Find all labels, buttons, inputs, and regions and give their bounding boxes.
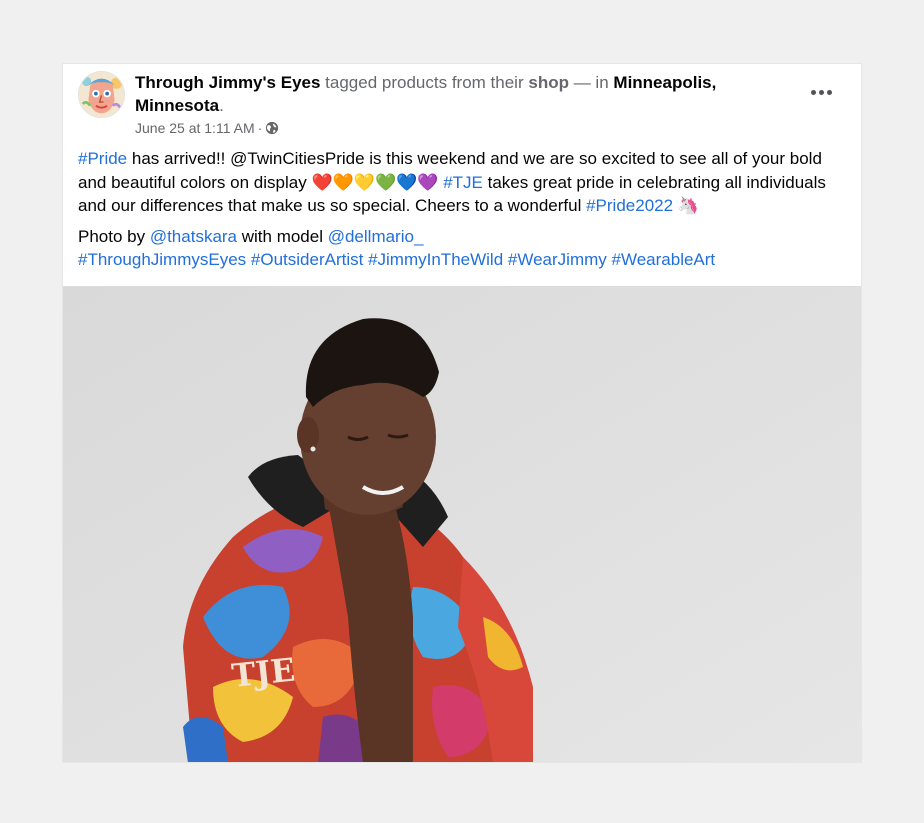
post-card: Through Jimmy's Eyes tagged products fro…: [63, 64, 861, 762]
hashtag-link[interactable]: #JimmyInTheWild: [368, 250, 503, 269]
header-period: .: [219, 96, 224, 115]
hashtag-link[interactable]: #ThroughJimmysEyes: [78, 250, 246, 269]
hashtag-pride[interactable]: #Pride: [78, 149, 127, 168]
heart-emojis: ❤️🧡💛💚💙💜: [311, 172, 439, 192]
post-paragraph-2: Photo by @thatskara with model @dellmari…: [78, 225, 848, 272]
page-name-link[interactable]: Through Jimmy's Eyes: [135, 73, 320, 92]
more-options-button[interactable]: [805, 80, 837, 104]
hashtag-tje[interactable]: #TJE: [443, 173, 483, 192]
tagged-text: tagged products from their: [325, 73, 524, 92]
meta-separator: ·: [257, 120, 263, 136]
in-text: — in: [573, 73, 609, 92]
post-text: #Pride has arrived!! @TwinCitiesPride is…: [78, 147, 848, 279]
photographer-link[interactable]: @thatskara: [150, 227, 237, 246]
hashtag-link[interactable]: #WearableArt: [612, 250, 716, 269]
post-photo[interactable]: TJE: [63, 286, 861, 762]
post-paragraph-1: #Pride has arrived!! @TwinCitiesPride is…: [78, 147, 848, 218]
photo-by-text: Photo by: [78, 226, 150, 246]
svg-text:TJE: TJE: [230, 651, 297, 695]
unicorn-emoji: 🦄: [677, 196, 699, 215]
hashtag-pride2022[interactable]: #Pride2022: [586, 196, 673, 215]
more-icon-dot: [810, 89, 816, 95]
hashtag-link[interactable]: #OutsiderArtist: [251, 250, 363, 269]
post-header: Through Jimmy's Eyes tagged products fro…: [63, 64, 861, 144]
more-icon-dot: [818, 89, 824, 95]
shop-link[interactable]: shop: [528, 73, 569, 92]
model-link[interactable]: @dellmario_: [328, 227, 424, 246]
avatar-icon[interactable]: [78, 71, 125, 118]
post-header-line: Through Jimmy's Eyes tagged products fro…: [135, 71, 775, 117]
more-icon-dot: [826, 89, 832, 95]
globe-icon: [265, 121, 279, 135]
hashtag-link[interactable]: #WearJimmy: [508, 250, 607, 269]
post-meta: June 25 at 1:11 AM ·: [135, 119, 279, 137]
photo-illustration: TJE: [63, 287, 861, 762]
post-date-link[interactable]: June 25 at 1:11 AM: [135, 119, 255, 137]
with-model-text: with model: [237, 226, 328, 246]
